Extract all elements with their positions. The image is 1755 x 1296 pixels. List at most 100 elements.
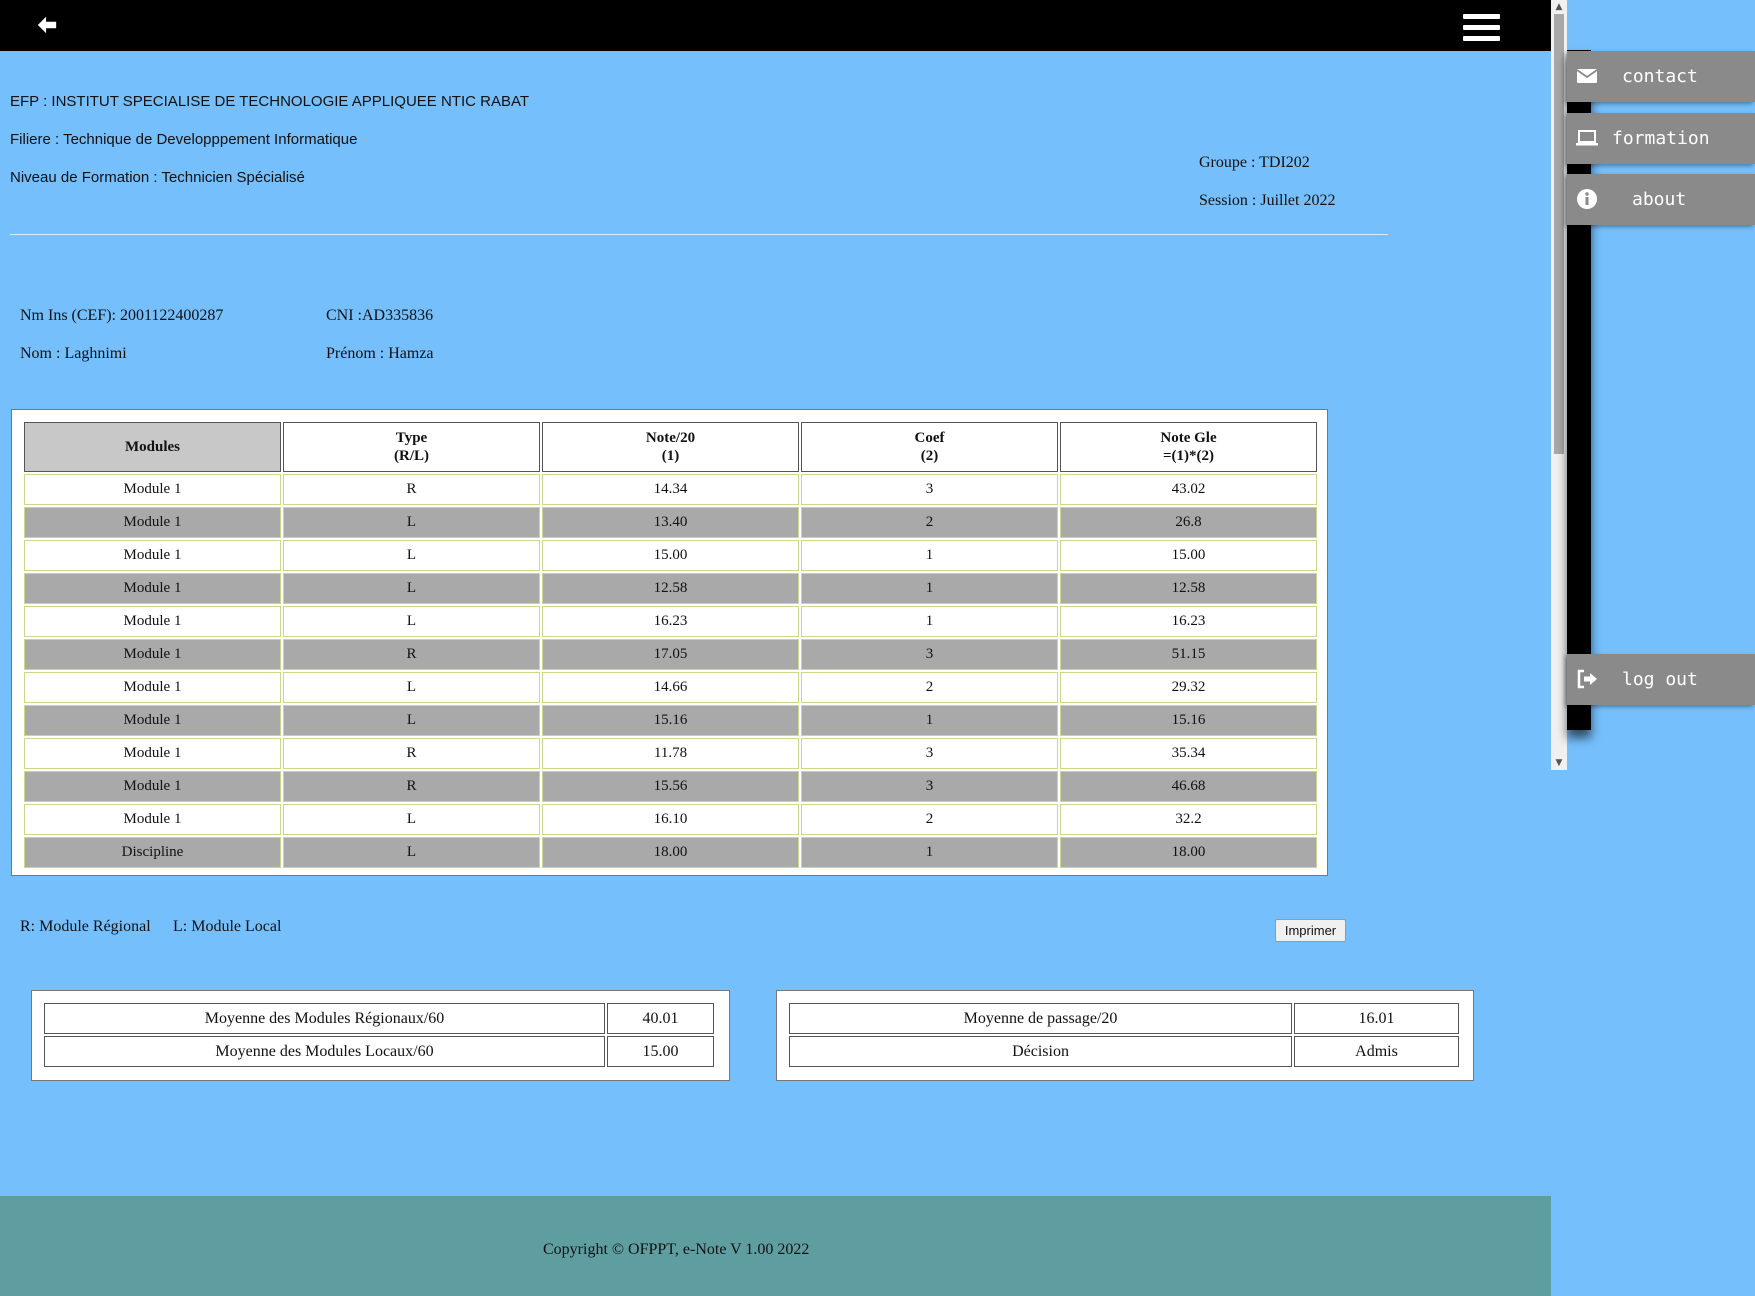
- type-cell: L: [283, 606, 540, 637]
- note-cell: 14.34: [542, 474, 799, 505]
- type-cell: L: [283, 540, 540, 571]
- note-cell: 12.58: [542, 573, 799, 604]
- coef-cell: 2: [801, 672, 1058, 703]
- summary-label: Décision: [789, 1036, 1292, 1067]
- session: Session : Juillet 2022: [1199, 192, 1336, 209]
- module-cell: Module 1: [24, 573, 281, 604]
- type-cell: L: [283, 573, 540, 604]
- note-gle-cell: 18.00: [1060, 837, 1317, 868]
- note-cell: 16.10: [542, 804, 799, 835]
- header-coef: Coef (2): [801, 422, 1058, 472]
- coef-cell: 1: [801, 606, 1058, 637]
- table-row: Module 1 L 12.58 1 12.58: [24, 573, 1317, 604]
- table-row: Module 1 L 15.16 1 15.16: [24, 705, 1317, 736]
- header-type: Type (R/L): [283, 422, 540, 472]
- module-cell: Module 1: [24, 540, 281, 571]
- note-gle-cell: 32.2: [1060, 804, 1317, 835]
- side-menu-contact[interactable]: contact: [1567, 51, 1755, 102]
- module-cell: Module 1: [24, 738, 281, 769]
- niveau-formation: Niveau de Formation : Technicien Spécial…: [10, 169, 305, 186]
- summary-value: Admis: [1294, 1036, 1459, 1067]
- grades-table-body: Module 1 R 14.34 3 43.02 Module 1 L 13.40 2 26.8 M…: [24, 474, 1317, 868]
- note-gle-cell: 12.58: [1060, 573, 1317, 604]
- grades-table-container: Modules Type (R/L) Note/20 (1) Coef (2) Not…: [11, 409, 1328, 876]
- summary-row: Moyenne des Modules Locaux/60 15.00: [44, 1036, 714, 1067]
- note-gle-cell: 35.34: [1060, 738, 1317, 769]
- type-cell: L: [283, 705, 540, 736]
- header-modules: Modules: [24, 422, 281, 472]
- summary-value: 16.01: [1294, 1003, 1459, 1034]
- coef-cell: 3: [801, 639, 1058, 670]
- module-cell: Module 1: [24, 639, 281, 670]
- summary-decision-table: Moyenne de passage/20 16.01 Décision Adm…: [787, 1001, 1461, 1069]
- summary-decision-box: Moyenne de passage/20 16.01 Décision Adm…: [776, 990, 1474, 1081]
- type-cell: R: [283, 474, 540, 505]
- header-note-gle: Note Gle =(1)*(2): [1060, 422, 1317, 472]
- summary-row: Moyenne des Modules Régionaux/60 40.01: [44, 1003, 714, 1034]
- table-row: Module 1 L 16.10 2 32.2: [24, 804, 1317, 835]
- envelope-icon: [1576, 69, 1598, 83]
- note-cell: 15.16: [542, 705, 799, 736]
- module-cell: Module 1: [24, 705, 281, 736]
- top-navbar: [0, 0, 1551, 51]
- summary-value: 40.01: [607, 1003, 714, 1034]
- table-row: Module 1 L 13.40 2 26.8: [24, 507, 1317, 538]
- module-cell: Module 1: [24, 804, 281, 835]
- module-cell: Module 1: [24, 606, 281, 637]
- student-nom: Nom : Laghnimi: [20, 345, 127, 362]
- logout-label: log out: [1622, 669, 1698, 690]
- groupe: Groupe : TDI202: [1199, 154, 1310, 171]
- coef-cell: 1: [801, 573, 1058, 604]
- grades-table: Modules Type (R/L) Note/20 (1) Coef (2) Not…: [22, 420, 1319, 870]
- note-cell: 15.00: [542, 540, 799, 571]
- table-row: Discipline L 18.00 1 18.00: [24, 837, 1317, 868]
- summary-label: Moyenne des Modules Locaux/60: [44, 1036, 605, 1067]
- note-gle-cell: 16.23: [1060, 606, 1317, 637]
- side-menu-formation[interactable]: formation: [1567, 113, 1755, 164]
- coef-cell: 1: [801, 540, 1058, 571]
- note-gle-cell: 51.15: [1060, 639, 1317, 670]
- summary-label: Moyenne de passage/20: [789, 1003, 1292, 1034]
- summary-row: Décision Admis: [789, 1036, 1459, 1067]
- student-cef: Nm Ins (CEF): 2001122400287: [20, 307, 224, 324]
- table-row: Module 1 L 16.23 1 16.23: [24, 606, 1317, 637]
- coef-cell: 1: [801, 705, 1058, 736]
- table-row: Module 1 R 11.78 3 35.34: [24, 738, 1317, 769]
- table-row: Module 1 L 14.66 2 29.32: [24, 672, 1317, 703]
- scroll-up-arrow[interactable]: ▲: [1551, 0, 1567, 14]
- print-button[interactable]: Imprimer: [1275, 919, 1346, 942]
- coef-cell: 2: [801, 804, 1058, 835]
- page-scrollbar[interactable]: ▲ ▼: [1551, 0, 1567, 770]
- note-gle-cell: 15.16: [1060, 705, 1317, 736]
- note-cell: 13.40: [542, 507, 799, 538]
- side-menu-about[interactable]: about: [1567, 174, 1755, 225]
- scroll-down-arrow[interactable]: ▼: [1551, 756, 1567, 770]
- type-cell: R: [283, 639, 540, 670]
- coef-cell: 3: [801, 738, 1058, 769]
- module-cell: Module 1: [24, 474, 281, 505]
- student-prenom: Prénom : Hamza: [326, 345, 434, 362]
- type-cell: R: [283, 738, 540, 769]
- module-cell: Module 1: [24, 507, 281, 538]
- formation-label: formation: [1612, 128, 1710, 149]
- note-gle-cell: 46.68: [1060, 771, 1317, 802]
- type-cell: L: [283, 672, 540, 703]
- summary-value: 15.00: [607, 1036, 714, 1067]
- legend-local: L: Module Local: [173, 918, 282, 935]
- coef-cell: 1: [801, 837, 1058, 868]
- side-menu-logout[interactable]: log out: [1567, 654, 1755, 705]
- efp-name: EFP : INSTITUT SPECIALISE DE TECHNOLOGIE…: [10, 93, 530, 110]
- summary-modules-box: Moyenne des Modules Régionaux/60 40.01 M…: [31, 990, 730, 1081]
- note-gle-cell: 29.32: [1060, 672, 1317, 703]
- laptop-icon: [1576, 130, 1598, 146]
- coef-cell: 3: [801, 474, 1058, 505]
- hamburger-menu-icon[interactable]: [1463, 14, 1500, 44]
- about-label: about: [1632, 189, 1687, 210]
- arrow-left-icon[interactable]: [36, 14, 58, 36]
- note-gle-cell: 43.02: [1060, 474, 1317, 505]
- filiere: Filiere : Technique de Developppement In…: [10, 131, 358, 148]
- scroll-thumb[interactable]: [1554, 14, 1564, 454]
- contact-label: contact: [1622, 66, 1698, 87]
- table-row: Module 1 R 15.56 3 46.68: [24, 771, 1317, 802]
- student-cni: CNI :AD335836: [326, 307, 434, 324]
